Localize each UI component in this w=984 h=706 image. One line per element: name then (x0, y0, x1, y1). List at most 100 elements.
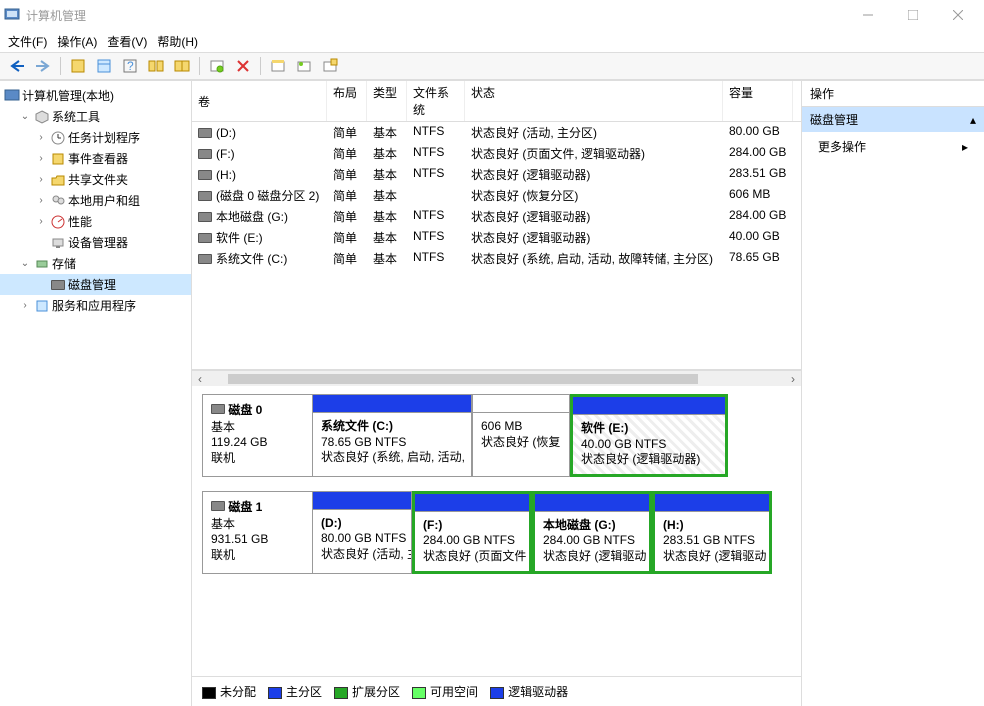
close-button[interactable] (935, 0, 980, 30)
partition[interactable]: 本地磁盘 (G:)284.00 GB NTFS状态良好 (逻辑驱动 (532, 491, 652, 574)
disk-graphical-view[interactable]: 磁盘 0基本119.24 GB联机系统文件 (C:)78.65 GB NTFS状… (192, 386, 801, 676)
tree-disk-management[interactable]: 磁盘管理 (0, 274, 191, 295)
actions-more[interactable]: 更多操作▸ (802, 132, 984, 161)
partition-status: 状态良好 (页面文件 (423, 549, 526, 563)
volume-name: (D:) (216, 126, 236, 140)
volume-icon (198, 128, 212, 138)
tree-label: 任务计划程序 (68, 129, 140, 146)
volume-row[interactable]: 软件 (E:)简单基本NTFS状态良好 (逻辑驱动器)40.00 GB (192, 227, 801, 248)
volume-capacity: 606 MB (723, 186, 793, 205)
volume-type: 基本 (367, 207, 407, 226)
partition-size: 284.00 GB NTFS (543, 533, 635, 547)
volume-layout: 简单 (327, 186, 367, 205)
partition[interactable]: (F:)284.00 GB NTFS状态良好 (页面文件 (412, 491, 532, 574)
volume-type: 基本 (367, 165, 407, 184)
tree-device-manager[interactable]: 设备管理器 (0, 232, 191, 253)
volume-layout: 简单 (327, 249, 367, 268)
volume-type: 基本 (367, 123, 407, 142)
volume-row[interactable]: 系统文件 (C:)简单基本NTFS状态良好 (系统, 启动, 活动, 故障转储,… (192, 248, 801, 269)
legend-free: 可用空间 (430, 685, 478, 699)
volume-type: 基本 (367, 144, 407, 163)
minimize-button[interactable] (845, 0, 890, 30)
volume-layout: 简单 (327, 165, 367, 184)
tool-btn-6[interactable] (206, 55, 228, 77)
maximize-button[interactable] (890, 0, 935, 30)
menu-view[interactable]: 查看(V) (107, 33, 147, 50)
volume-name: 系统文件 (C:) (216, 250, 287, 267)
volume-status: 状态良好 (逻辑驱动器) (465, 165, 723, 184)
back-button[interactable] (6, 55, 28, 77)
forward-button[interactable] (32, 55, 54, 77)
volume-fs: NTFS (407, 123, 465, 142)
tree-label: 设备管理器 (68, 234, 128, 251)
menu-action[interactable]: 操作(A) (57, 33, 97, 50)
tree-shared-folders[interactable]: ›共享文件夹 (0, 169, 191, 190)
partition-status: 状态良好 (逻辑驱动 (663, 549, 766, 563)
col-type[interactable]: 类型 (367, 81, 407, 121)
partition[interactable]: (D:)80.00 GB NTFS状态良好 (活动, 主 (312, 491, 412, 574)
tool-btn-1[interactable] (67, 55, 89, 77)
volume-status: 状态良好 (页面文件, 逻辑驱动器) (465, 144, 723, 163)
titlebar: 计算机管理 (0, 0, 984, 30)
col-volume[interactable]: 卷 (192, 81, 327, 121)
col-capacity[interactable]: 容量 (723, 81, 793, 121)
menu-help[interactable]: 帮助(H) (157, 33, 198, 50)
tool-btn-7[interactable] (267, 55, 289, 77)
tool-btn-5[interactable] (171, 55, 193, 77)
actions-section-diskmgmt[interactable]: 磁盘管理▴ (802, 107, 984, 132)
partition[interactable]: 系统文件 (C:)78.65 GB NTFS状态良好 (系统, 启动, 活动, (312, 394, 472, 477)
legend-unallocated: 未分配 (220, 685, 256, 699)
menu-file[interactable]: 文件(F) (8, 33, 47, 50)
volume-layout: 简单 (327, 123, 367, 142)
actions-header: 操作 (802, 81, 984, 107)
disk-title: 磁盘 1 (228, 500, 262, 514)
disk-info[interactable]: 磁盘 0基本119.24 GB联机 (202, 394, 312, 477)
disk-type: 基本 (211, 420, 235, 434)
col-status[interactable]: 状态 (465, 81, 723, 121)
tree-task-scheduler[interactable]: ›任务计划程序 (0, 127, 191, 148)
disk-state: 联机 (211, 451, 235, 465)
tool-btn-2[interactable] (93, 55, 115, 77)
actions-pane: 操作 磁盘管理▴ 更多操作▸ (802, 81, 984, 706)
tree-local-users[interactable]: ›本地用户和组 (0, 190, 191, 211)
volume-fs: NTFS (407, 249, 465, 268)
volume-layout: 简单 (327, 207, 367, 226)
volume-capacity: 80.00 GB (723, 123, 793, 142)
volume-row[interactable]: (H:)简单基本NTFS状态良好 (逻辑驱动器)283.51 GB (192, 164, 801, 185)
volume-icon (198, 233, 212, 243)
tool-btn-9[interactable] (319, 55, 341, 77)
disk-info[interactable]: 磁盘 1基本931.51 GB联机 (202, 491, 312, 574)
tree-system-tools[interactable]: ⌄系统工具 (0, 106, 191, 127)
tree-storage[interactable]: ⌄存储 (0, 253, 191, 274)
tree-performance[interactable]: ›性能 (0, 211, 191, 232)
tree-services-apps[interactable]: ›服务和应用程序 (0, 295, 191, 316)
tree-event-viewer[interactable]: ›事件查看器 (0, 148, 191, 169)
col-layout[interactable]: 布局 (327, 81, 367, 121)
legend: 未分配 主分区 扩展分区 可用空间 逻辑驱动器 (192, 676, 801, 706)
legend-primary: 主分区 (286, 685, 322, 699)
tree-root[interactable]: 计算机管理(本地) (0, 85, 191, 106)
window-title: 计算机管理 (26, 7, 845, 24)
horizontal-scrollbar[interactable]: ‹› (192, 370, 801, 386)
col-filesystem[interactable]: 文件系统 (407, 81, 465, 121)
tool-btn-3[interactable]: ? (119, 55, 141, 77)
volume-row[interactable]: (D:)简单基本NTFS状态良好 (活动, 主分区)80.00 GB (192, 122, 801, 143)
partition[interactable]: (H:)283.51 GB NTFS状态良好 (逻辑驱动 (652, 491, 772, 574)
partition[interactable]: 606 MB状态良好 (恢复 (472, 394, 570, 477)
volume-row[interactable]: (磁盘 0 磁盘分区 2)简单基本状态良好 (恢复分区)606 MB (192, 185, 801, 206)
delete-button[interactable] (232, 55, 254, 77)
navigation-tree[interactable]: 计算机管理(本地) ⌄系统工具 ›任务计划程序 ›事件查看器 ›共享文件夹 ›本… (0, 81, 192, 706)
disk-icon (211, 404, 225, 414)
volume-row[interactable]: 本地磁盘 (G:)简单基本NTFS状态良好 (逻辑驱动器)284.00 GB (192, 206, 801, 227)
tool-btn-8[interactable] (293, 55, 315, 77)
partition-label: 软件 (E:) (581, 421, 628, 435)
partition-label: 系统文件 (C:) (321, 419, 393, 433)
volume-list-header[interactable]: 卷 布局 类型 文件系统 状态 容量 (192, 81, 801, 122)
volume-fs: NTFS (407, 165, 465, 184)
partition[interactable]: 软件 (E:)40.00 GB NTFS状态良好 (逻辑驱动器) (570, 394, 728, 477)
volume-row[interactable]: (F:)简单基本NTFS状态良好 (页面文件, 逻辑驱动器)284.00 GB (192, 143, 801, 164)
tree-label: 本地用户和组 (68, 192, 140, 209)
tool-btn-4[interactable] (145, 55, 167, 77)
volume-list[interactable]: 卷 布局 类型 文件系统 状态 容量 (D:)简单基本NTFS状态良好 (活动,… (192, 81, 801, 370)
partition-label: (H:) (663, 518, 684, 532)
